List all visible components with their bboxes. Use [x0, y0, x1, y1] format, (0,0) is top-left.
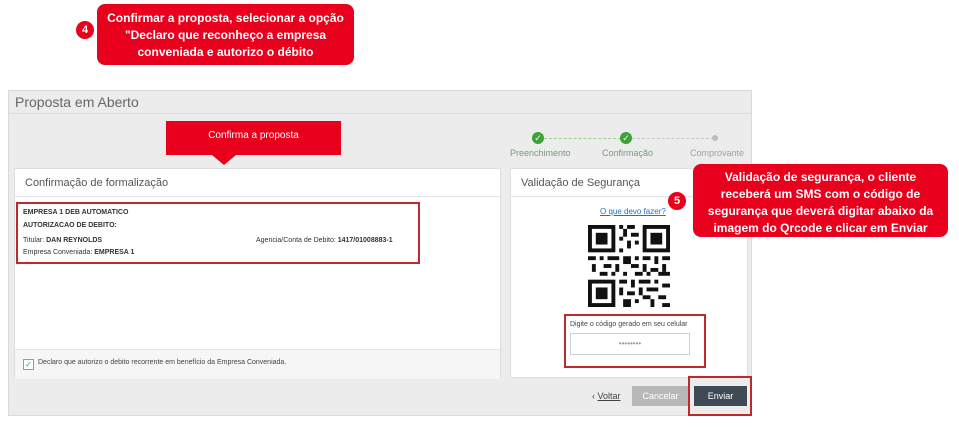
conta-value: 1417/01008883-1 [337, 237, 393, 244]
step-label-preenchimento: Preenchimento [510, 148, 571, 158]
step-pending-dot [712, 135, 718, 141]
authorize-checkbox[interactable]: ✓ [23, 359, 34, 370]
instruction-callout-4-text: Confirmar a proposta, selecionar a opção… [107, 11, 344, 59]
stepper-line-2 [632, 138, 714, 139]
empresa-value: EMPRESA 1 [94, 249, 135, 256]
authorization-heading: AUTORIZACAO DE DEBITO: [23, 222, 117, 229]
step-4-badge: 4 [76, 21, 94, 39]
titular-label: Titular: [23, 237, 45, 244]
authorize-checkbox-label: Declaro que autorizo o debito recorrente… [38, 359, 287, 366]
code-input-label: Digite o código gerado em seu celular [570, 321, 688, 328]
voltar-label: Voltar [597, 391, 621, 401]
debit-product-name: EMPRESA 1 DEB AUTOMATICO [23, 209, 129, 216]
formalizacao-header: Confirmação de formalização [15, 169, 500, 197]
instruction-callout-5: Validação de segurança, o cliente recebe… [693, 164, 948, 237]
empresa-label: Empresa Conveniada: [23, 249, 93, 256]
security-code-input[interactable]: •••••••• [570, 333, 690, 355]
title-divider [9, 113, 751, 114]
help-link[interactable]: O que devo fazer? [600, 207, 666, 216]
checkbox-row: ✓ Declaro que autorizo o debito recorren… [15, 349, 500, 379]
cancel-button[interactable]: Cancelar [632, 386, 689, 406]
conta-label: Agencia/Conta de Debito: [256, 237, 336, 244]
formalizacao-card: Confirmação de formalização EMPRESA 1 DE… [14, 168, 501, 379]
step-check-icon: ✓ [532, 132, 544, 144]
step-label-comprovante: Comprovante [690, 148, 745, 158]
confirma-proposta-banner: Confirma a proposta [166, 121, 341, 155]
instruction-callout-4: Confirmar a proposta, selecionar a opção… [97, 4, 354, 65]
conta-row: Agencia/Conta de Debito: 1417/01008883-1 [256, 237, 393, 244]
chevron-left-icon: ‹ [592, 391, 595, 401]
voltar-link[interactable]: ‹ Voltar [592, 391, 621, 401]
confirma-proposta-label: Confirma a proposta [208, 130, 299, 141]
step-check-icon: ✓ [620, 132, 632, 144]
empresa-row: Empresa Conveniada: EMPRESA 1 [23, 249, 134, 256]
qrcode-image [588, 225, 670, 307]
send-button[interactable]: Enviar [694, 386, 747, 406]
page-title: Proposta em Aberto [15, 94, 139, 110]
banner-pointer [212, 155, 236, 165]
step-5-badge: 5 [668, 192, 686, 210]
instruction-callout-5-text: Validação de segurança, o cliente recebe… [707, 170, 934, 235]
stepper-line-1 [544, 138, 626, 139]
titular-row: Titular: DAN REYNOLDS [23, 237, 102, 244]
step-label-confirmacao: Confirmação [602, 148, 654, 158]
proposal-panel: Proposta em Aberto Confirma a proposta ✓… [8, 90, 752, 416]
titular-value: DAN REYNOLDS [46, 237, 103, 244]
